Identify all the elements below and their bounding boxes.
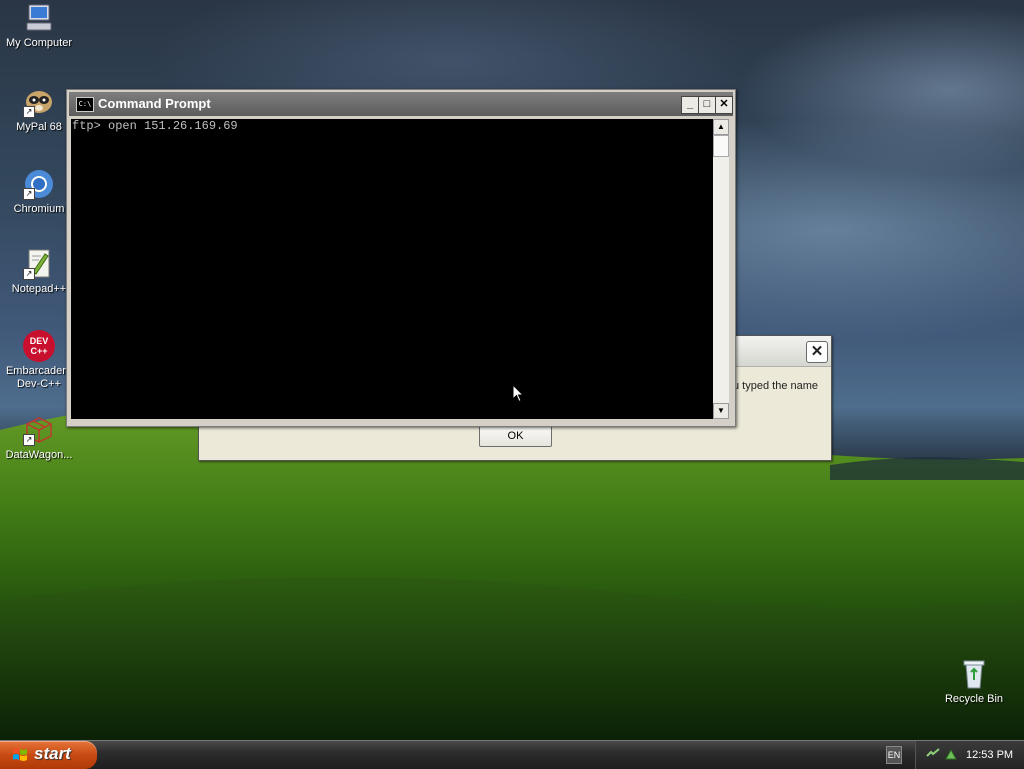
network-icon[interactable] (926, 747, 940, 761)
cmd-window-icon[interactable]: C:\ (76, 97, 94, 112)
recycle-bin-icon (958, 658, 990, 690)
devcpp-icon-text-bottom: C++ (30, 346, 48, 356)
scroll-thumb[interactable] (713, 135, 729, 157)
shortcut-arrow-icon: ↗ (23, 434, 35, 446)
shortcut-arrow-icon: ↗ (23, 106, 35, 118)
chromium-icon: ↗ (23, 168, 55, 200)
desktop-icon-label: Recycle Bin (944, 693, 1004, 705)
cmd-window-title: Command Prompt (98, 96, 211, 111)
minimize-button[interactable]: _ (681, 96, 699, 114)
desktop-icon-my-computer[interactable]: My Computer (1, 2, 77, 50)
cmd-titlebar[interactable]: C:\ Command Prompt _ □ ✕ (69, 92, 733, 116)
command-prompt-window: C:\ Command Prompt _ □ ✕ ftp> open 151.2… (66, 89, 736, 427)
devcpp-icon: DEV C++ (23, 330, 55, 362)
maximize-button[interactable]: □ (698, 96, 716, 114)
language-indicator[interactable]: EN (886, 746, 902, 764)
dialog-close-button[interactable]: ✕ (806, 341, 828, 363)
computer-icon (23, 2, 55, 34)
datawagon-icon: ↗ (23, 414, 55, 446)
devcpp-icon-text-top: DEV (29, 336, 49, 346)
vertical-scrollbar[interactable]: ▲ ▼ (713, 119, 729, 419)
safely-remove-icon[interactable] (944, 747, 958, 761)
shortcut-arrow-icon: ↗ (23, 268, 35, 280)
start-button[interactable]: start (0, 741, 97, 769)
dialog-ok-button[interactable]: OK (479, 425, 552, 447)
taskbar: start EN 12:53 PM (0, 740, 1024, 769)
windows-flag-icon (13, 748, 27, 761)
taskbar-clock[interactable]: 12:53 PM (966, 749, 1013, 761)
mouse-cursor-icon (512, 384, 525, 403)
notepadpp-icon: ↗ (23, 248, 55, 280)
scroll-up-button[interactable]: ▲ (713, 119, 729, 135)
mypal-icon: ↗ (23, 86, 55, 118)
close-button[interactable]: ✕ (715, 96, 733, 114)
console-output[interactable]: ftp> open 151.26.169.69 (71, 119, 713, 419)
desktop-icon-label: DataWagon... (5, 449, 73, 461)
shortcut-arrow-icon: ↗ (23, 188, 35, 200)
dialog-message: u typed the name (733, 380, 819, 392)
desktop-icon-label: My Computer (5, 37, 73, 49)
desktop-icon-recycle-bin[interactable]: Recycle Bin (936, 658, 1012, 706)
start-label: start (34, 744, 71, 763)
scroll-down-button[interactable]: ▼ (713, 403, 729, 419)
console-text: ftp> open 151.26.169.69 (72, 119, 238, 133)
